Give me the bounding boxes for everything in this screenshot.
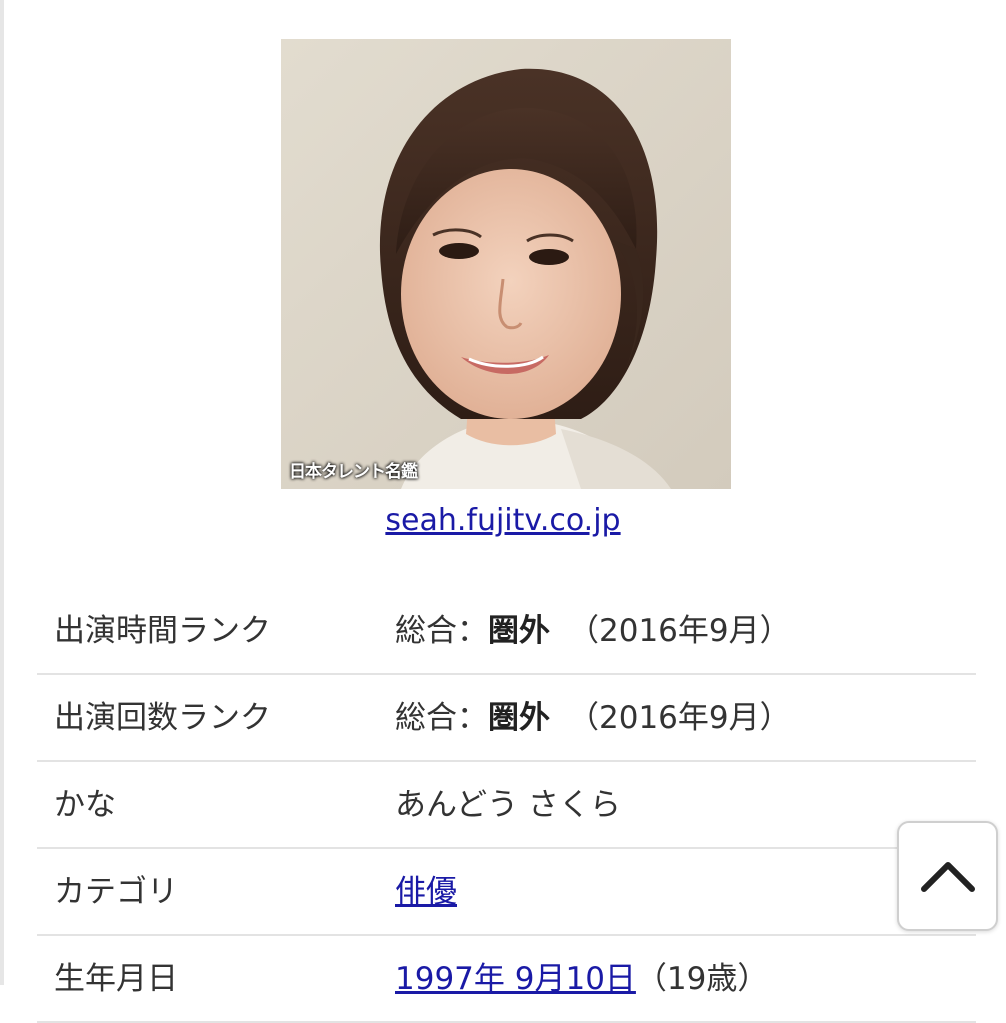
rank-prefix: 総合： <box>395 613 488 649</box>
age-text: （19歳） <box>635 961 769 997</box>
info-label: 出演回数ランク <box>54 700 271 736</box>
rank-period: （2016年9月） <box>568 613 791 649</box>
info-row-kana: かな あんどう さくら <box>37 762 976 849</box>
profile-info-table: 出演時間ランク 総合：圏外 （2016年9月） 出演回数ランク 総合：圏外 （201… <box>37 588 976 1023</box>
info-label: 生年月日 <box>54 961 178 997</box>
back-to-top-button[interactable] <box>897 821 998 931</box>
rank-period: （2016年9月） <box>568 700 791 736</box>
page-left-edge <box>0 0 4 985</box>
portrait-illustration <box>281 39 731 489</box>
rank-value: 圏外 <box>488 613 550 649</box>
rank-prefix: 総合： <box>395 700 488 736</box>
category-link[interactable]: 俳優 <box>395 874 457 910</box>
chevron-up-icon <box>920 862 975 892</box>
info-row-category: カテゴリ 俳優 <box>37 849 976 936</box>
rank-value: 圏外 <box>488 700 550 736</box>
info-value: 1997年 9月10日（19歳） <box>395 958 768 1000</box>
photo-source: seah.fujitv.co.jp <box>0 501 1006 541</box>
info-value: 総合：圏外 （2016年9月） <box>395 697 791 739</box>
profile-photo: 日本タレント名鑑 <box>281 39 731 489</box>
photo-source-link[interactable]: seah.fujitv.co.jp <box>385 503 620 538</box>
info-row-appearance-count-rank: 出演回数ランク 総合：圏外 （2016年9月） <box>37 675 976 762</box>
info-value: あんどう さくら <box>395 787 621 823</box>
info-value: 総合：圏外 （2016年9月） <box>395 610 791 652</box>
info-label: かな <box>54 787 116 823</box>
info-label: 出演時間ランク <box>54 613 271 649</box>
info-label: カテゴリ <box>54 874 178 910</box>
info-row-appearance-time-rank: 出演時間ランク 総合：圏外 （2016年9月） <box>37 588 976 675</box>
birthdate-link[interactable]: 1997年 9月10日 <box>395 961 636 997</box>
info-value: 俳優 <box>395 871 457 913</box>
photo-watermark: 日本タレント名鑑 <box>289 462 418 482</box>
info-row-birthdate: 生年月日 1997年 9月10日（19歳） <box>37 936 976 1023</box>
